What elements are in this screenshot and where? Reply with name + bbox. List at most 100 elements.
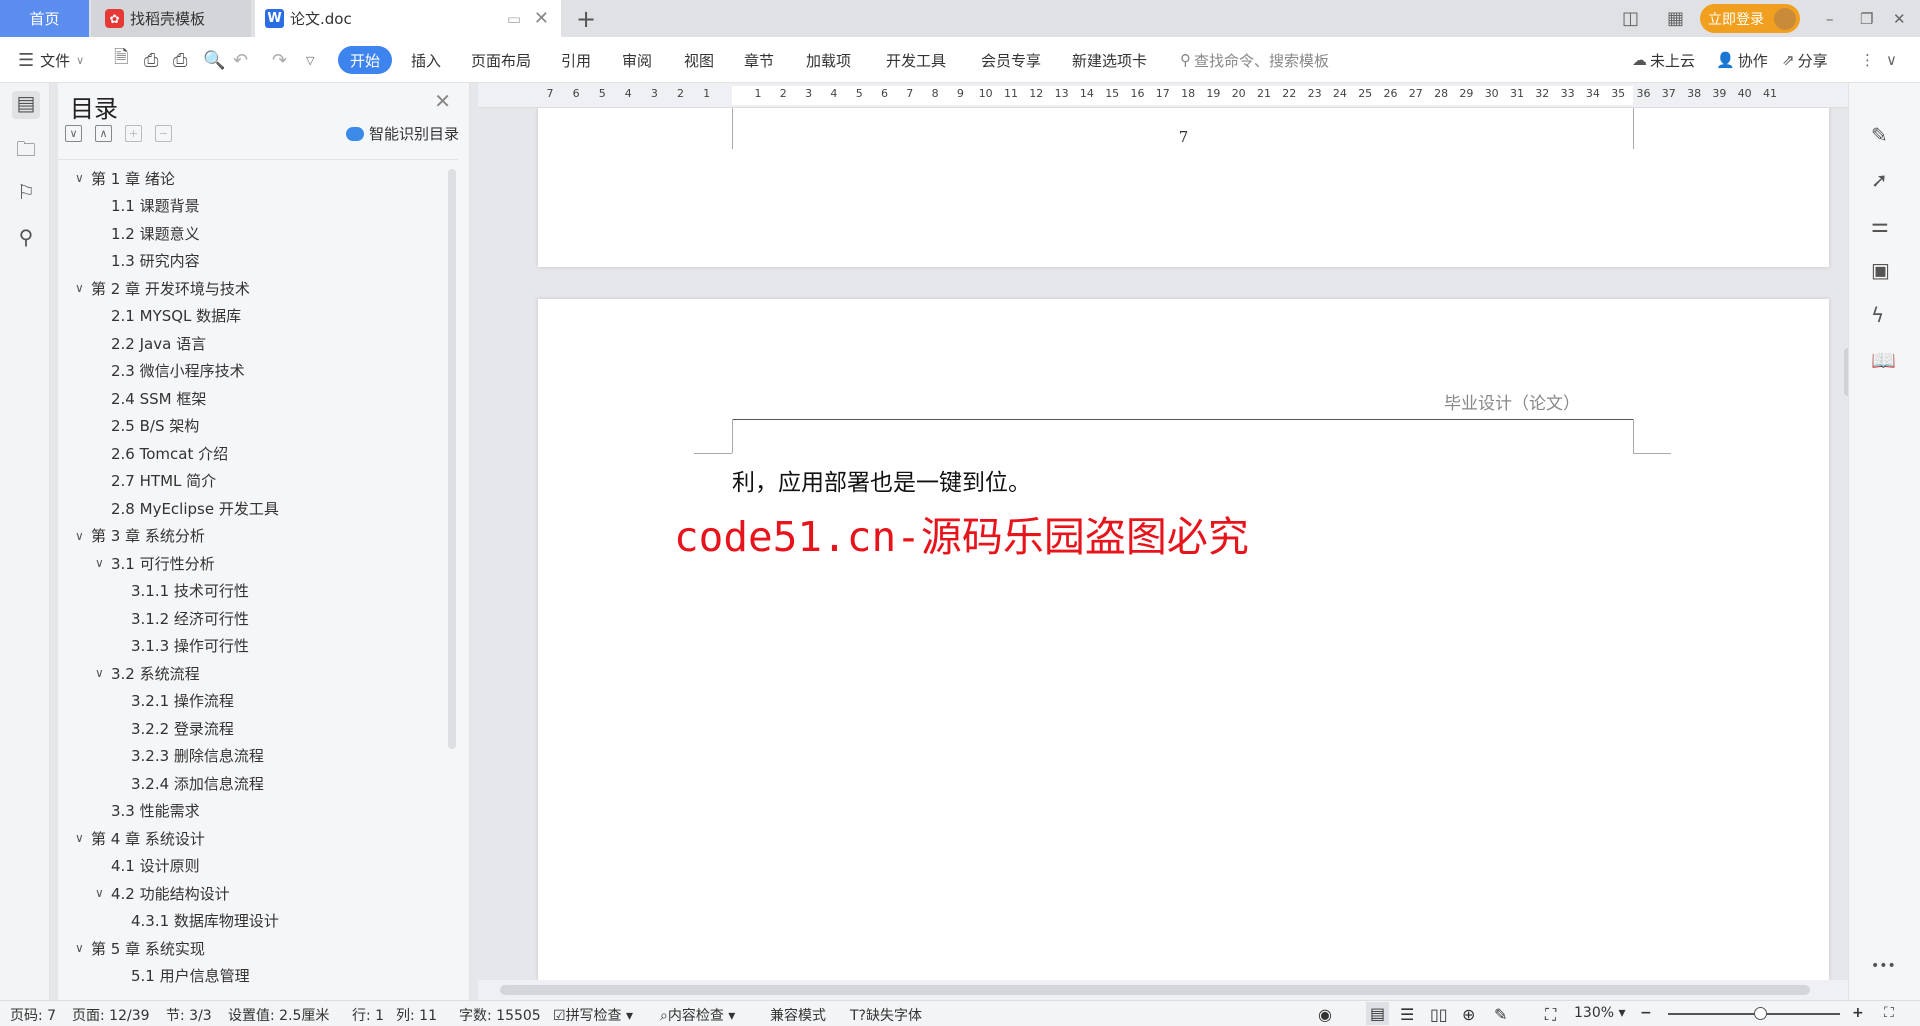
- status-words[interactable]: 字数: 15505: [459, 1005, 541, 1025]
- chevron-down-icon[interactable]: ∨: [75, 281, 84, 295]
- slider-settings-icon[interactable]: ⚌: [1871, 213, 1889, 237]
- image-icon[interactable]: ▣: [1871, 258, 1890, 282]
- zoom-in-button[interactable]: +: [1852, 1005, 1864, 1021]
- reader-icon[interactable]: 📖: [1871, 348, 1896, 372]
- status-pages[interactable]: 页面: 12/39: [72, 1005, 150, 1025]
- more-icon[interactable]: •••: [1871, 958, 1896, 974]
- redo-icon[interactable]: ↷: [272, 37, 287, 83]
- toc-item[interactable]: 3.2.1 操作流程: [131, 688, 234, 714]
- navigation-icon[interactable]: 🗀: [12, 135, 40, 163]
- toc-item[interactable]: 3.2.3 删除信息流程: [131, 743, 264, 769]
- status-col[interactable]: 列: 11: [396, 1005, 437, 1025]
- toc-item[interactable]: 1.3 研究内容: [111, 248, 200, 274]
- chevron-down-icon[interactable]: ∨: [75, 171, 84, 185]
- toc-item[interactable]: ∨ 4.2 功能结构设计: [95, 880, 230, 906]
- menu-tab-1[interactable]: 插入: [411, 37, 441, 83]
- toc-item[interactable]: 4.3.1 数据库物理设计: [131, 908, 279, 934]
- toc-item[interactable]: ∨ 第 3 章 系统分析: [75, 523, 205, 549]
- toc-item[interactable]: ∨ 第 5 章 系统实现: [75, 935, 205, 961]
- toc-item[interactable]: ∨ 第 1 章 绪论: [75, 165, 175, 191]
- minimize-button[interactable]: –: [1826, 0, 1834, 37]
- share-button[interactable]: ⇗ 分享: [1782, 37, 1828, 83]
- status-section[interactable]: 节: 3/3: [166, 1005, 212, 1025]
- menu-tab-6[interactable]: 章节: [744, 37, 774, 83]
- menu-tab-7[interactable]: 加载项: [806, 37, 851, 83]
- search-icon[interactable]: ⚲: [12, 225, 40, 253]
- tab-home[interactable]: 首页: [0, 0, 89, 37]
- print-icon[interactable]: ⎙: [173, 37, 187, 83]
- more-dropdown-icon[interactable]: ▽: [306, 37, 314, 83]
- close-icon[interactable]: ✕: [434, 89, 451, 113]
- menu-tab-3[interactable]: 引用: [561, 37, 591, 83]
- add-level-icon[interactable]: +: [125, 125, 142, 142]
- collapse-all-icon[interactable]: ∧: [95, 125, 112, 142]
- chevron-down-icon[interactable]: ∨: [75, 831, 84, 845]
- eye-protect-icon[interactable]: ◉: [1318, 1005, 1332, 1024]
- chevron-down-icon[interactable]: ∨: [75, 941, 84, 955]
- cursor-icon[interactable]: ➚: [1871, 168, 1888, 192]
- chevron-down-icon[interactable]: ∨: [75, 529, 84, 543]
- zoom-slider[interactable]: [1668, 1007, 1840, 1020]
- more-icon[interactable]: ⋮: [1860, 37, 1875, 83]
- toc-item[interactable]: 5.1 用户信息管理: [131, 963, 250, 989]
- cloud-button[interactable]: ☁ 未上云: [1632, 37, 1695, 83]
- toc-item[interactable]: 2.7 HTML 简介: [111, 468, 216, 494]
- toc-item[interactable]: 1.1 课题背景: [111, 193, 200, 219]
- new-tab-button[interactable]: +: [576, 0, 596, 37]
- toc-item[interactable]: 3.1.1 技术可行性: [131, 578, 249, 604]
- toc-item[interactable]: 3.1.3 操作可行性: [131, 633, 249, 659]
- toc-item[interactable]: ∨ 3.2 系统流程: [95, 660, 200, 686]
- scroll-thumb[interactable]: [500, 985, 1810, 995]
- menu-tab-0[interactable]: 开始: [338, 46, 393, 74]
- expand-all-icon[interactable]: ∨: [65, 125, 82, 142]
- close-window-button[interactable]: ✕: [1893, 0, 1906, 37]
- horizontal-scrollbar[interactable]: [478, 980, 1848, 1000]
- read-view-icon[interactable]: ▯▯: [1430, 1005, 1448, 1024]
- page-view-icon[interactable]: ▤: [1366, 1002, 1390, 1025]
- chevron-down-icon[interactable]: ∨: [95, 666, 104, 680]
- toc-item[interactable]: 2.3 微信小程序技术: [111, 358, 245, 384]
- fullscreen-icon[interactable]: ⛶: [1884, 1005, 1894, 1021]
- lightning-icon[interactable]: ϟ: [1871, 303, 1884, 327]
- toc-item[interactable]: ∨ 3.1 可行性分析: [95, 550, 215, 576]
- smart-toc-button[interactable]: 智能识别目录: [345, 123, 459, 144]
- close-tab-icon[interactable]: ✕: [534, 8, 549, 29]
- menu-tab-4[interactable]: 审阅: [622, 37, 652, 83]
- toc-item[interactable]: 2.5 B/S 架构: [111, 413, 199, 439]
- bookmark-icon[interactable]: ⚐: [12, 180, 40, 208]
- document-area[interactable]: 7 毕业设计（论文） 利，应用部署也是一键到位。 code51.cn-源码乐园盗…: [478, 108, 1848, 980]
- toc-item[interactable]: 4.1 设计原则: [111, 853, 200, 879]
- zoom-out-button[interactable]: −: [1640, 1005, 1652, 1021]
- toc-item[interactable]: 3.1.2 经济可行性: [131, 605, 249, 631]
- menu-tab-10[interactable]: 新建选项卡: [1072, 37, 1147, 83]
- login-button[interactable]: 立即登录: [1700, 4, 1800, 33]
- web-view-icon[interactable]: ⊕: [1462, 1005, 1475, 1024]
- toc-item[interactable]: ∨ 第 4 章 系统设计: [75, 825, 205, 851]
- toc-item[interactable]: 3.3 性能需求: [111, 798, 200, 824]
- print-preview-icon[interactable]: 🔍: [203, 37, 225, 83]
- toc-item[interactable]: 1.2 课题意义: [111, 220, 200, 246]
- toc-item[interactable]: 2.4 SSM 框架: [111, 385, 206, 411]
- status-line[interactable]: 行: 1: [352, 1005, 384, 1025]
- zoom-slider-thumb[interactable]: [1754, 1007, 1767, 1020]
- toc-icon[interactable]: ▤: [12, 91, 40, 119]
- outline-view-icon[interactable]: ☰: [1400, 1005, 1414, 1024]
- toc-item[interactable]: 2.2 Java 语言: [111, 330, 206, 356]
- restore-button[interactable]: ❐: [1860, 0, 1873, 37]
- pen-icon[interactable]: ✎: [1494, 1005, 1507, 1024]
- ruler[interactable]: 7 6 5 4 3 2 1 1 2 3 4 5 6 7 8 9 10 11 12 13 14 15 16 17 18 19 20 21…: [478, 83, 1848, 108]
- toc-item[interactable]: ∨ 第 2 章 开发环境与技术: [75, 275, 250, 301]
- toc-item[interactable]: 3.2.2 登录流程: [131, 715, 234, 741]
- tab-template[interactable]: ✿ 找稻壳模板: [91, 0, 251, 37]
- collab-button[interactable]: 👤 协作: [1716, 37, 1768, 83]
- grid-icon[interactable]: ▦: [1667, 0, 1684, 37]
- status-page[interactable]: 页码: 7: [10, 1005, 56, 1025]
- menu-tab-2[interactable]: 页面布局: [471, 37, 531, 83]
- export-pdf-icon[interactable]: ⎙: [144, 37, 158, 83]
- toc-item[interactable]: 2.8 MyEclipse 开发工具: [111, 495, 279, 521]
- layout-icon[interactable]: ◫: [1622, 0, 1639, 37]
- pin-icon[interactable]: ▭: [507, 10, 521, 28]
- save-icon[interactable]: 🗎: [114, 37, 128, 83]
- collapse-ribbon-icon[interactable]: ∨: [1886, 37, 1897, 83]
- chevron-down-icon[interactable]: ∨: [95, 556, 104, 570]
